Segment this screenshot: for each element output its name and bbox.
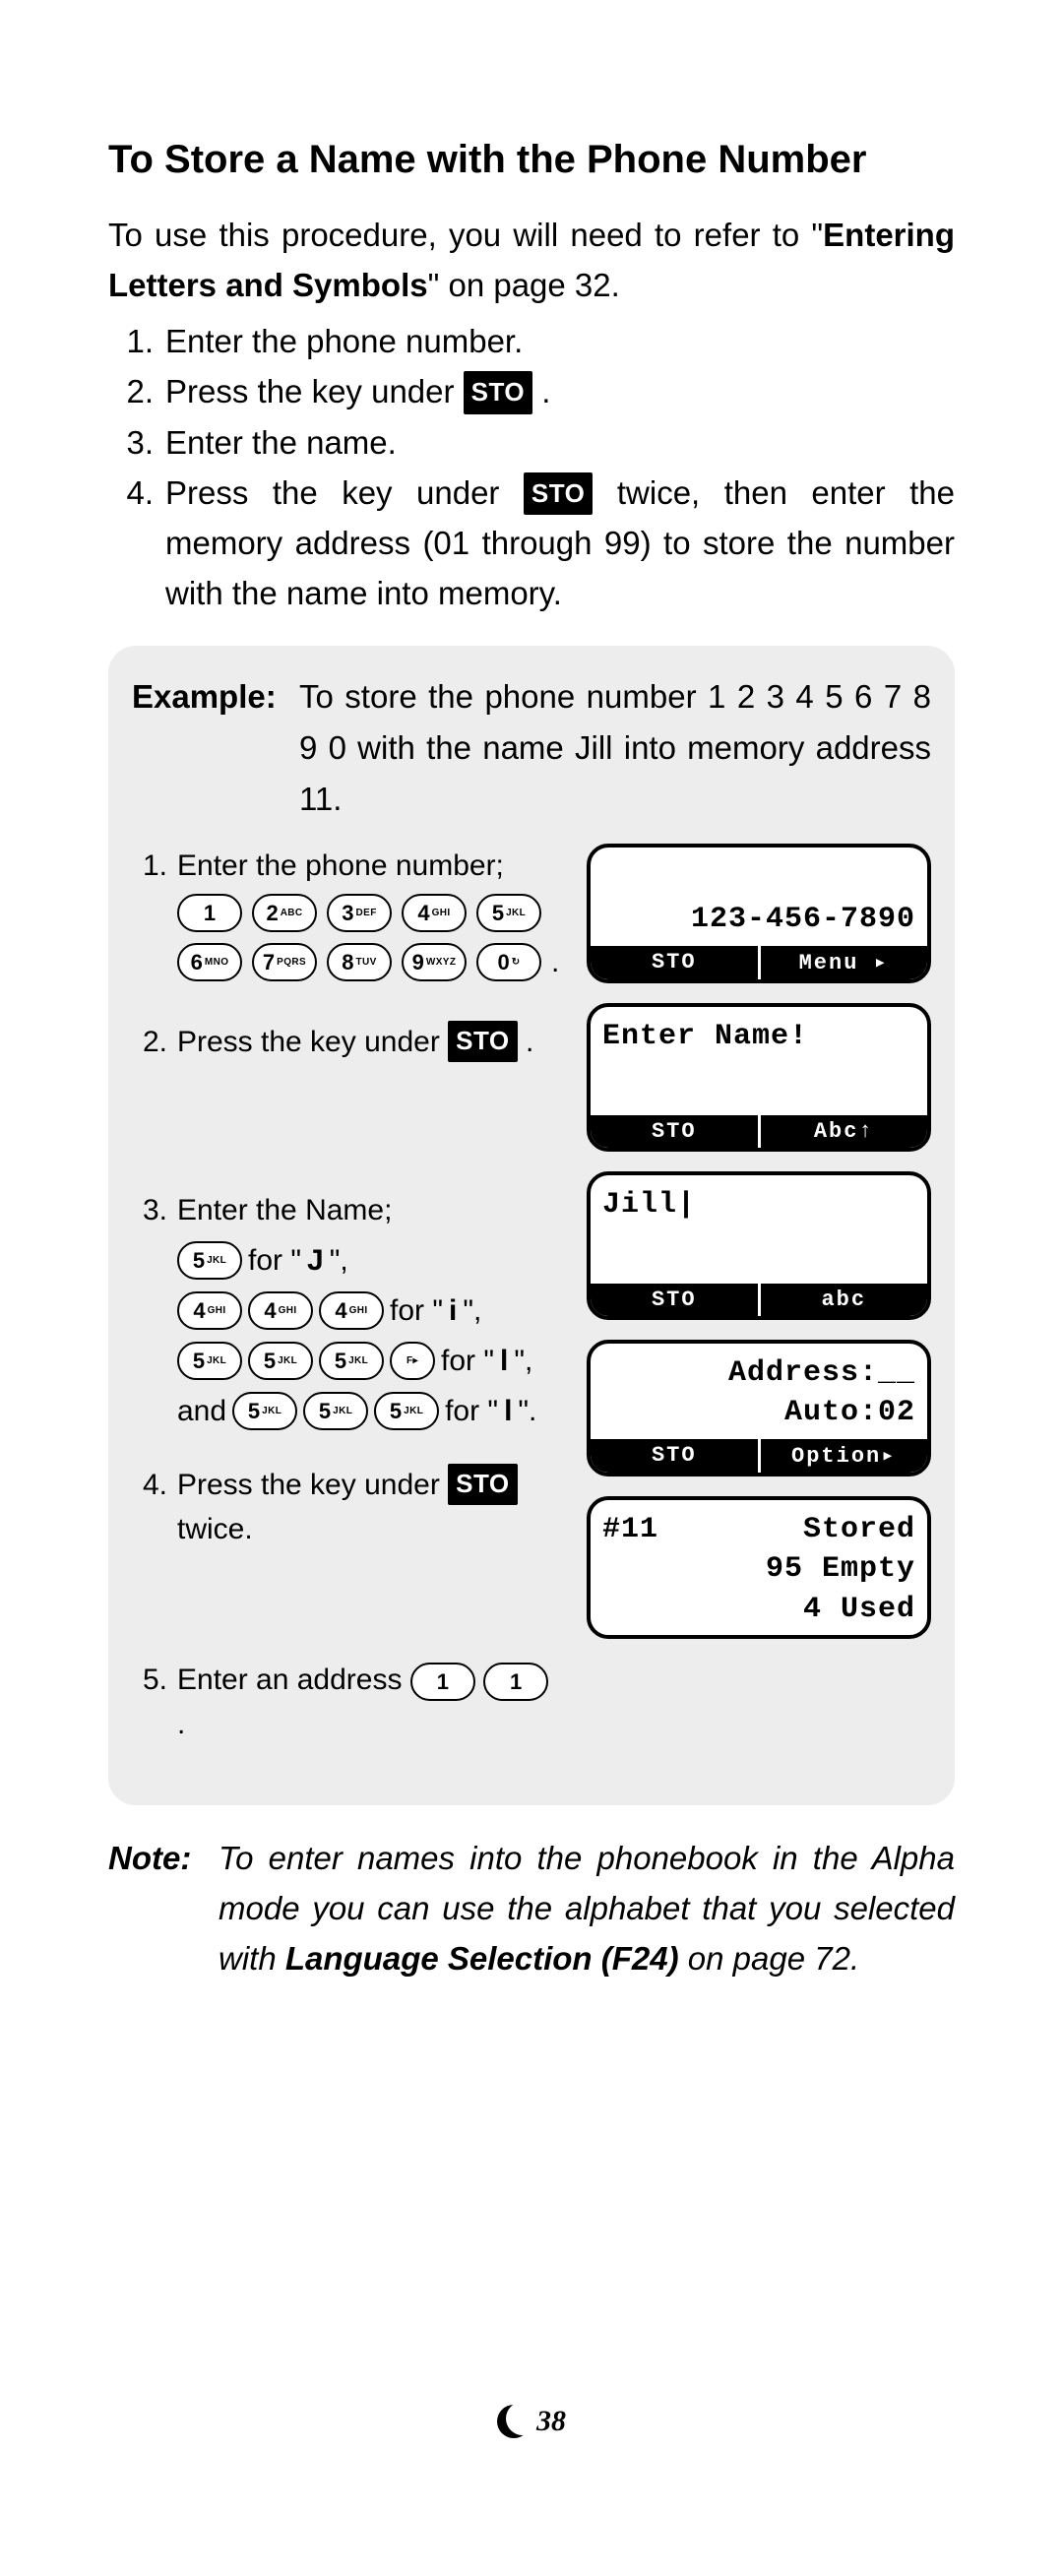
- step-2: Press the key under STO .: [165, 366, 955, 416]
- softkey-option: Option▸: [758, 1439, 928, 1473]
- key-5: 5JKL: [177, 1342, 242, 1380]
- intro-paragraph: To use this procedure, you will need to …: [108, 210, 955, 310]
- key-8: 8TUV: [327, 943, 392, 981]
- lcd-address: Address:__ Auto:02 STOOption▸: [587, 1340, 931, 1476]
- key-5: 5JKL: [319, 1342, 384, 1380]
- ex-step-1: Enter the phone number;: [177, 844, 561, 888]
- intro-seg1: To use this procedure, you will need to …: [108, 217, 823, 253]
- key-1: 1: [410, 1663, 475, 1701]
- step-3: Enter the name.: [165, 417, 955, 468]
- softkey-sto: STO: [591, 946, 758, 979]
- ex-step-5: Enter an address 1 1 .: [177, 1658, 561, 1746]
- key-5: 5JKL: [177, 1241, 242, 1280]
- step-list: 1.Enter the phone number. 2. Press the k…: [108, 316, 955, 618]
- key-4: 4GHI: [402, 894, 467, 932]
- crescent-icon: [497, 2405, 531, 2438]
- key-7: 7PQRS: [252, 943, 317, 981]
- note-label: Note:: [108, 1833, 219, 1983]
- key-4: 4GHI: [319, 1291, 384, 1330]
- softkey-sto: STO: [591, 1439, 758, 1473]
- section-heading: To Store a Name with the Phone Number: [108, 138, 955, 182]
- key-2: 2ABC: [252, 894, 317, 932]
- intro-seg2: " on page 32.: [428, 267, 620, 303]
- key-5: 5JKL: [248, 1342, 313, 1380]
- key-5: 5JKL: [476, 894, 541, 932]
- softkey-abc: abc: [758, 1284, 928, 1316]
- key-1: 1: [483, 1663, 548, 1701]
- key-5: 5JKL: [374, 1392, 439, 1430]
- ex-step-3: Enter the Name;: [177, 1188, 561, 1232]
- lcd-name-entered: Jill| STOabc: [587, 1171, 931, 1320]
- ex-step-2: Press the key under STO .: [177, 1020, 561, 1064]
- key-4: 4GHI: [248, 1291, 313, 1330]
- softkey-sto: STO: [591, 1115, 758, 1148]
- key-f: F▸: [390, 1342, 435, 1380]
- lcd-column: 123-456-7890 STOMenu ▸ Enter Name! STOAb…: [587, 844, 931, 1776]
- example-label: Example:: [132, 671, 299, 825]
- note-text: To enter names into the phonebook in the…: [219, 1833, 955, 1983]
- softkey-sto: STO: [591, 1284, 758, 1316]
- key-5: 5JKL: [232, 1392, 297, 1430]
- key-5: 5JKL: [303, 1392, 368, 1430]
- lcd-stored: #11Stored 95 Empty 4 Used: [587, 1496, 931, 1640]
- example-steps: 1.Enter the phone number; 1 2ABC 3DEF 4G…: [132, 844, 561, 1776]
- softkey-menu: Menu ▸: [758, 946, 928, 979]
- key-6: 6MNO: [177, 943, 242, 981]
- sto-badge: STO: [448, 1021, 517, 1062]
- ex-step-4: Press the key under STO twice.: [177, 1463, 561, 1551]
- softkey-abc-shift: Abc↑: [758, 1115, 928, 1148]
- key-3: 3DEF: [327, 894, 392, 932]
- key-1: 1: [177, 894, 242, 932]
- lcd-enter-name: Enter Name! STOAbc↑: [587, 1003, 931, 1152]
- page-number: 38: [497, 2405, 566, 2438]
- key-9: 9WXYZ: [402, 943, 467, 981]
- sto-badge: STO: [524, 472, 593, 515]
- key-4: 4GHI: [177, 1291, 242, 1330]
- step-4: Press the key under STO twice, then ente…: [165, 468, 955, 618]
- lcd-dial: 123-456-7890 STOMenu ▸: [587, 844, 931, 983]
- example-text: To store the phone number 1 2 3 4 5 6 7 …: [299, 671, 931, 825]
- step-1: Enter the phone number.: [165, 316, 955, 366]
- key-0: 0↻: [476, 943, 541, 981]
- sto-badge: STO: [448, 1464, 517, 1505]
- sto-badge: STO: [464, 371, 532, 413]
- note: Note: To enter names into the phonebook …: [108, 1833, 955, 1983]
- example-box: Example: To store the phone number 1 2 3…: [108, 646, 955, 1804]
